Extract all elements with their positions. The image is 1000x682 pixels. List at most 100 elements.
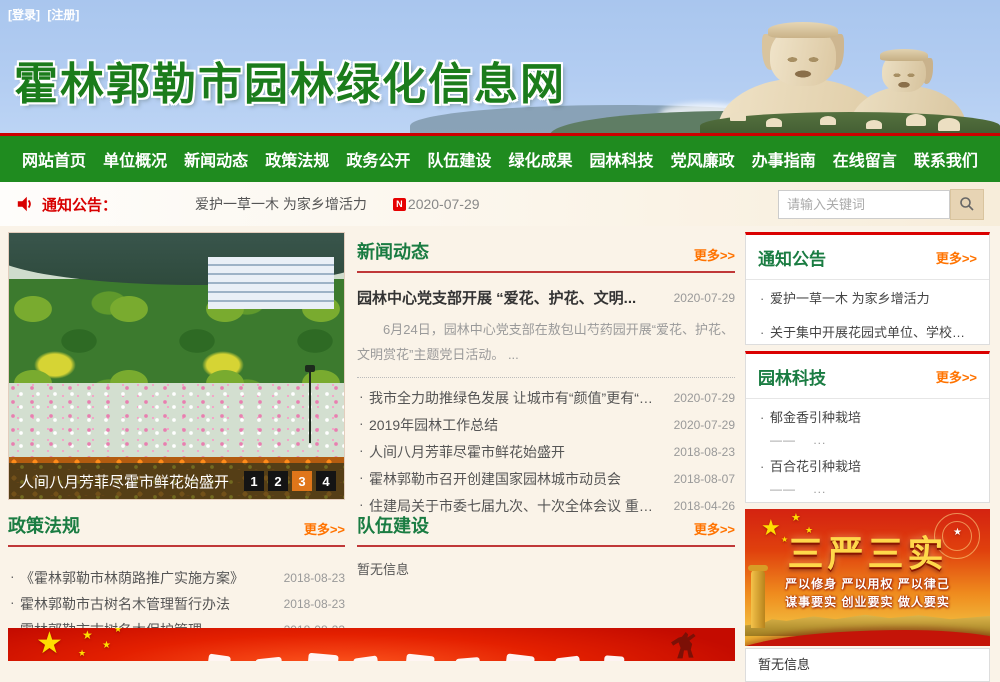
carousel-page-4[interactable]: 4 bbox=[316, 471, 336, 491]
news-date: 2020-07-29 bbox=[674, 391, 735, 405]
notices-box-title: 通知公告 bbox=[758, 245, 826, 270]
login-bar: [登录] [注册] bbox=[8, 6, 83, 23]
team-title: 队伍建设 bbox=[357, 512, 429, 538]
team-more-link[interactable]: 更多>> bbox=[694, 519, 735, 538]
carousel-photo-building bbox=[208, 257, 334, 309]
nav-item-greening[interactable]: 绿化成果 bbox=[508, 147, 572, 171]
nav-item-gov-affairs[interactable]: 政务公开 bbox=[346, 147, 410, 171]
team-header: 队伍建设 更多>> bbox=[357, 512, 735, 547]
site-header: [登录] [注册] 霍林郭勒市园林绿化信息网 bbox=[0, 0, 1000, 133]
notice-label: 通知公告： bbox=[42, 194, 117, 215]
policy-title: 政策法规 bbox=[8, 512, 80, 538]
banner-line1: 严以修身 严以用权 严以律己 bbox=[745, 575, 990, 592]
policy-link[interactable]: 《霍林郭勒市林荫路推广实施方案》 bbox=[8, 568, 244, 588]
star-icon: ★ bbox=[114, 628, 122, 635]
yurt-decoration bbox=[906, 114, 926, 126]
bottom-red-banner[interactable]: ★ ★ ★ ★ ★ bbox=[8, 628, 735, 661]
three-stricts-banner[interactable]: ★ ★ ★ ★ ★ 三严三实 严以修身 严以用权 严以律己 谋事要实 创业要实 … bbox=[745, 509, 990, 646]
nav-item-tech[interactable]: 园林科技 bbox=[590, 147, 654, 171]
notice-link[interactable]: 爱护一草一木 为家乡增活力 bbox=[758, 284, 977, 314]
speaker-icon bbox=[16, 195, 34, 213]
yurt-decoration bbox=[820, 116, 836, 125]
featured-news-title[interactable]: 园林中心党支部开展 “爱花、护花、文明... bbox=[357, 287, 636, 308]
new-badge-icon: N bbox=[393, 198, 406, 211]
yurt-decoration bbox=[730, 112, 746, 121]
news-more-link[interactable]: 更多>> bbox=[694, 245, 735, 264]
notices-box-header: 通知公告 更多>> bbox=[746, 235, 989, 280]
news-link[interactable]: 2019年园林工作总结 bbox=[357, 415, 498, 435]
nav-item-guide[interactable]: 办事指南 bbox=[752, 147, 816, 171]
news-section: 新闻动态 更多>> 园林中心党支部开展 “爱花、护花、文明... 2020-07… bbox=[357, 238, 735, 519]
news-link[interactable]: 霍林郭勒市召开创建国家园林城市动员会 bbox=[357, 469, 621, 489]
calligraphy-decoration bbox=[255, 657, 282, 661]
main-nav: 网站首页 单位概况 新闻动态 政策法规 政务公开 队伍建设 绿化成果 园林科技 … bbox=[0, 133, 1000, 182]
notice-link[interactable]: 关于集中开展花园式单位、学校、工厂... bbox=[758, 318, 977, 348]
policy-date: 2018-08-23 bbox=[284, 597, 345, 611]
banner-title: 三严三实 bbox=[745, 525, 990, 577]
featured-news-summary[interactable]: 6月24日，园林中心党支部在敖包山芍药园开展“爱花、护花、文明赏花”主题党日活动… bbox=[357, 318, 735, 367]
news-link[interactable]: 人间八月芳菲尽霍市鲜花始盛开 bbox=[357, 442, 565, 462]
policy-list-item: 《霍林郭勒市林荫路推广实施方案》 2018-08-23 bbox=[8, 565, 345, 591]
banner-line2: 谋事要实 创业要实 做人要实 bbox=[745, 593, 990, 610]
statue-cap bbox=[880, 49, 928, 61]
nav-item-team[interactable]: 队伍建设 bbox=[427, 147, 491, 171]
calligraphy-decoration bbox=[604, 655, 625, 661]
featured-news: 园林中心党支部开展 “爱花、护花、文明... 2020-07-29 bbox=[357, 287, 735, 308]
policy-date: 2018-08-23 bbox=[284, 571, 345, 585]
tech-link[interactable]: 郁金香引种栽培 bbox=[758, 405, 977, 431]
garden-tech-header: 园林科技 更多>> bbox=[746, 354, 989, 399]
news-link[interactable]: 我市全力助推绿色发展 让城市有“颜值”更有“气质” bbox=[357, 388, 666, 408]
calligraphy-decoration bbox=[207, 654, 231, 661]
star-icon: ★ bbox=[791, 511, 801, 524]
statue-header-image bbox=[670, 0, 1000, 133]
news-title: 新闻动态 bbox=[357, 238, 429, 264]
nav-item-message[interactable]: 在线留言 bbox=[833, 147, 897, 171]
search-button[interactable] bbox=[950, 189, 984, 220]
tech-link[interactable]: 百合花引种栽培 bbox=[758, 454, 977, 480]
notices-more-link[interactable]: 更多>> bbox=[936, 248, 977, 267]
nav-item-home[interactable]: 网站首页 bbox=[22, 147, 86, 171]
news-date: 2018-08-23 bbox=[674, 445, 735, 459]
carousel-page-1[interactable]: 1 bbox=[244, 471, 264, 491]
statue-cap bbox=[768, 22, 838, 38]
login-link[interactable]: [登录] bbox=[8, 8, 40, 22]
carousel-photo-pole bbox=[309, 371, 311, 443]
carousel-page-3-active[interactable]: 3 bbox=[292, 471, 312, 491]
news-list: 我市全力助推绿色发展 让城市有“颜值”更有“气质” 2020-07-29 201… bbox=[357, 377, 735, 519]
policy-more-link[interactable]: 更多>> bbox=[304, 519, 345, 538]
garden-tech-title: 园林科技 bbox=[758, 364, 826, 389]
carousel-page-2[interactable]: 2 bbox=[268, 471, 288, 491]
calligraphy-decoration bbox=[555, 656, 581, 661]
news-header: 新闻动态 更多>> bbox=[357, 238, 735, 273]
carousel-photo-flower-field bbox=[9, 383, 345, 461]
garden-tech-more-link[interactable]: 更多>> bbox=[936, 367, 977, 386]
news-date: 2018-08-07 bbox=[674, 472, 735, 486]
carousel-caption[interactable]: 人间八月芳菲尽霍市鲜花始盛开 bbox=[19, 471, 244, 492]
news-list-item: 我市全力助推绿色发展 让城市有“颜值”更有“气质” 2020-07-29 bbox=[357, 384, 735, 411]
calligraphy-decoration bbox=[505, 653, 535, 661]
policy-section: 政策法规 更多>> 《霍林郭勒市林荫路推广实施方案》 2018-08-23 霍林… bbox=[8, 512, 345, 643]
search-bar bbox=[778, 189, 984, 220]
team-empty-text: 暂无信息 bbox=[357, 559, 735, 578]
news-date: 2020-07-29 bbox=[674, 418, 735, 432]
yurt-decoration bbox=[938, 118, 960, 131]
register-link[interactable]: [注册] bbox=[47, 8, 79, 22]
garden-tech-box: 园林科技 更多>> 郁金香引种栽培 —— ... 百合花引种栽培 —— ... bbox=[745, 351, 990, 503]
nav-item-contact[interactable]: 联系我们 bbox=[914, 147, 978, 171]
star-icon: ★ bbox=[78, 648, 86, 659]
search-input[interactable] bbox=[778, 190, 950, 219]
policy-link[interactable]: 霍林郭勒市古树名木管理暂行办法 bbox=[8, 594, 230, 614]
nav-item-party[interactable]: 党风廉政 bbox=[671, 147, 735, 171]
empty-text: 暂无信息 bbox=[758, 657, 810, 672]
nav-item-news[interactable]: 新闻动态 bbox=[184, 147, 248, 171]
search-icon bbox=[959, 196, 975, 212]
news-list-item: 2019年园林工作总结 2020-07-29 bbox=[357, 411, 735, 438]
calligraphy-decoration bbox=[353, 655, 379, 661]
photo-carousel[interactable]: 人间八月芳菲尽霍市鲜花始盛开 1 2 3 4 bbox=[8, 232, 345, 500]
nav-item-about[interactable]: 单位概况 bbox=[103, 147, 167, 171]
news-date: 2018-04-26 bbox=[674, 499, 735, 513]
carousel-caption-bar: 人间八月芳菲尽霍市鲜花始盛开 1 2 3 4 bbox=[9, 463, 345, 499]
nav-item-policy[interactable]: 政策法规 bbox=[265, 147, 329, 171]
notice-announcement-link[interactable]: 爱护一草一木 为家乡增活力 bbox=[195, 194, 367, 214]
notices-box: 通知公告 更多>> 爱护一草一木 为家乡增活力 关于集中开展花园式单位、学校、工… bbox=[745, 232, 990, 345]
